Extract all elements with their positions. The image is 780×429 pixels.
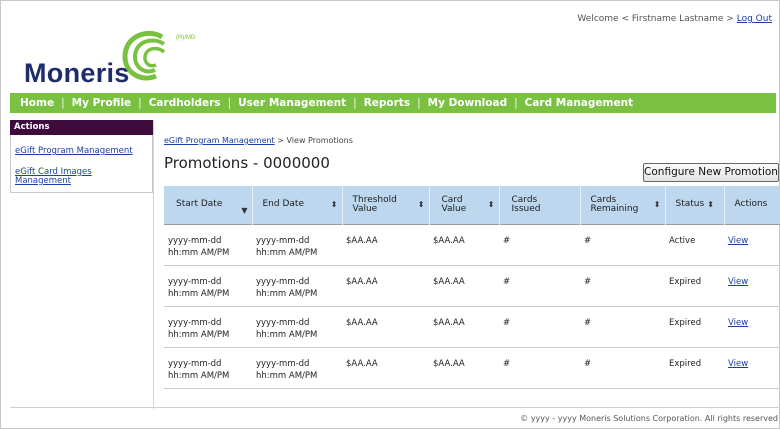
cell-threshold: $AA.AA [342, 265, 429, 307]
view-link[interactable]: View [728, 359, 748, 369]
col-header-card-value[interactable]: Card Value ⬍ [429, 186, 500, 224]
sidebar-actions: eGift Program Management eGift Card Imag… [10, 135, 153, 193]
cell-end-date: yyyy-mm-dd hh:mm AM/PM [252, 347, 342, 389]
breadcrumb: eGift Program Management > View Promotio… [164, 136, 353, 145]
breadcrumb-link[interactable]: eGift Program Management [164, 136, 275, 145]
cell-issued: # [499, 306, 580, 348]
cell-issued: # [499, 265, 580, 307]
table-row: yyyy-mm-dd hh:mm AM/PM yyyy-mm-dd hh:mm AM… [164, 347, 780, 389]
cell-remaining: # [580, 223, 665, 266]
cell-card-value: $AA.AA [429, 347, 499, 389]
view-link[interactable]: View [728, 318, 748, 328]
nav-separator: | [514, 97, 518, 109]
cell-start-date: yyyy-mm-dd hh:mm AM/PM [164, 347, 252, 389]
sidebar-link-egift-program[interactable]: eGift Program Management [15, 147, 148, 156]
cell-threshold: $AA.AA [342, 223, 429, 266]
cell-start-date: yyyy-mm-dd hh:mm AM/PM [164, 223, 252, 266]
sort-both-icon: ⬍ [653, 200, 661, 210]
cell-status: Expired [665, 347, 724, 389]
nav-reports[interactable]: Reports [364, 97, 410, 109]
col-header-status[interactable]: Status ⬍ [665, 186, 725, 224]
nav-cardholders[interactable]: Cardholders [149, 97, 221, 109]
cell-issued: # [499, 347, 580, 389]
sidebar: Actions eGift Program Management eGift C… [10, 120, 154, 409]
cell-remaining: # [580, 347, 665, 389]
cell-remaining: # [580, 265, 665, 307]
table-row: yyyy-mm-dd hh:mm AM/PM yyyy-mm-dd hh:mm AM… [164, 306, 780, 348]
sort-both-icon: ⬍ [487, 200, 495, 210]
cell-end-date: yyyy-mm-dd hh:mm AM/PM [252, 265, 342, 307]
table-row: yyyy-mm-dd hh:mm AM/PM yyyy-mm-dd hh:mm AM… [164, 265, 780, 307]
cell-threshold: $AA.AA [342, 347, 429, 389]
moneris-logo[interactable]: (R)/MD Moneris [24, 30, 196, 92]
nav-my-download[interactable]: My Download [428, 97, 507, 109]
breadcrumb-current: > View Promotions [277, 136, 353, 145]
sidebar-link-egift-card-images[interactable]: eGift Card Images Management [15, 168, 148, 186]
cell-end-date: yyyy-mm-dd hh:mm AM/PM [252, 223, 342, 266]
table-header-row: Start Date ▼ End Date ⬍ Threshold Value ⬍ C… [164, 186, 780, 224]
cell-status: Expired [665, 265, 724, 307]
sort-both-icon: ⬍ [417, 200, 425, 210]
logo-wordmark: Moneris [24, 58, 130, 88]
nav-separator: | [61, 97, 65, 109]
sidebar-heading: Actions [10, 120, 153, 135]
nav-my-profile[interactable]: My Profile [72, 97, 132, 109]
welcome-bar: Welcome < Firstname Lastname > Log Out [577, 14, 772, 24]
table-row: yyyy-mm-dd hh:mm AM/PM yyyy-mm-dd hh:mm AM… [164, 223, 780, 266]
cell-start-date: yyyy-mm-dd hh:mm AM/PM [164, 306, 252, 348]
col-header-threshold-value[interactable]: Threshold Value ⬍ [342, 186, 430, 224]
col-header-cards-issued: Cards Issued [499, 186, 581, 224]
cell-status: Active [665, 223, 724, 266]
cell-start-date: yyyy-mm-dd hh:mm AM/PM [164, 265, 252, 307]
cell-end-date: yyyy-mm-dd hh:mm AM/PM [252, 306, 342, 348]
logo-trademark: (R)/MD [176, 35, 196, 41]
cell-actions: View [724, 347, 780, 389]
col-header-start-date[interactable]: Start Date ▼ [164, 186, 253, 224]
view-link[interactable]: View [728, 277, 748, 287]
configure-new-promotion-button[interactable]: Configure New Promotion [643, 163, 779, 182]
cell-actions: View [724, 306, 780, 348]
col-header-end-date[interactable]: End Date ⬍ [252, 186, 343, 224]
col-header-cards-remaining[interactable]: Cards Remaining ⬍ [580, 186, 666, 224]
nav-user-management[interactable]: User Management [238, 97, 346, 109]
nav-separator: | [227, 97, 232, 109]
nav-separator: | [417, 97, 421, 109]
footer-divider [10, 407, 780, 408]
nav-separator: | [138, 97, 142, 109]
nav-separator: | [353, 97, 357, 109]
promotions-table: Start Date ▼ End Date ⬍ Threshold Value ⬍ C… [164, 186, 780, 389]
footer-copyright: © yyyy - yyyy Moneris Solutions Corporat… [520, 414, 778, 423]
main-nav: Home | My Profile | Cardholders | User M… [10, 93, 776, 113]
col-header-actions: Actions [724, 186, 780, 224]
sort-both-icon: ⬍ [707, 200, 714, 210]
sort-both-icon: ⬍ [330, 200, 338, 210]
logout-link[interactable]: Log Out [737, 14, 772, 24]
cell-card-value: $AA.AA [429, 306, 499, 348]
cell-threshold: $AA.AA [342, 306, 429, 348]
cell-actions: View [724, 223, 780, 266]
view-link[interactable]: View [728, 236, 748, 246]
nav-home[interactable]: Home [20, 97, 54, 109]
nav-card-management[interactable]: Card Management [525, 97, 633, 109]
sort-down-icon: ▼ [241, 206, 248, 216]
cell-remaining: # [580, 306, 665, 348]
cell-card-value: $AA.AA [429, 265, 499, 307]
welcome-text: Welcome < Firstname Lastname > [577, 14, 734, 24]
cell-status: Expired [665, 306, 724, 348]
cell-actions: View [724, 265, 780, 307]
cell-issued: # [499, 223, 580, 266]
page-title: Promotions - 0000000 [164, 154, 330, 172]
cell-card-value: $AA.AA [429, 223, 499, 266]
